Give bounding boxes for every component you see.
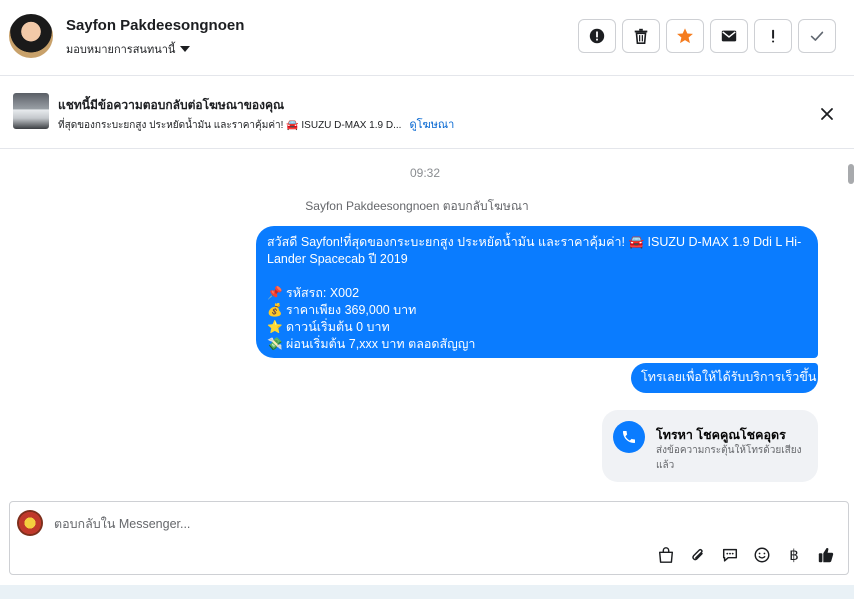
- ad-subtitle-text: ที่สุดของกระบะยกสูง ประหยัดน้ำมัน และราค…: [58, 120, 402, 131]
- report-spam-button[interactable]: [578, 19, 616, 53]
- close-banner-button[interactable]: [817, 104, 837, 124]
- mark-done-button[interactable]: [798, 19, 836, 53]
- like-button[interactable]: [816, 545, 836, 565]
- reply-input[interactable]: [54, 514, 754, 534]
- message-composer: ฿: [9, 501, 849, 575]
- call-card-title: โทรหา โชคคูณโชคอุดร: [656, 428, 786, 442]
- star-icon: [677, 28, 693, 44]
- mark-unread-button[interactable]: [710, 19, 748, 53]
- message-line: ⭐ ดาวน์เริ่มต้น 0 บาท: [267, 320, 390, 334]
- ad-context-title: แชทนี้มีข้อความตอบกลับต่อโฆษณาของคุณ: [58, 98, 285, 112]
- conversation-header: Sayfon Pakdeesongnoen มอบหมายการสนทนานี้: [0, 0, 854, 76]
- contact-name[interactable]: Sayfon Pakdeesongnoen: [66, 17, 244, 34]
- alert-circle-icon: [589, 28, 605, 44]
- quick-reply-bubble[interactable]: โทรเลยเพื่อให้ได้รับบริการเร็วขึ้น: [631, 363, 818, 393]
- message-timestamp: 09:32: [409, 166, 441, 180]
- envelope-icon: [721, 30, 737, 42]
- replied-to-ad-note: Sayfon Pakdeesongnoen ตอบกลับโฆษณา: [305, 199, 529, 213]
- view-ad-link[interactable]: ดูโฆษณา: [409, 119, 454, 131]
- shop-button[interactable]: [656, 545, 676, 565]
- composer-toolbar: ฿: [656, 545, 836, 565]
- ad-context-banner: แชทนี้มีข้อความตอบกลับต่อโฆษณาของคุณ ที่…: [0, 76, 854, 149]
- message-line: 📌 รหัสรถ: X002: [267, 286, 360, 300]
- assign-label: มอบหมายการสนทนานี้: [66, 44, 176, 56]
- call-card-description: ส่งข้อความกระตุ้นให้โทรด้วยเสียงแล้ว: [656, 445, 802, 471]
- call-card[interactable]: โทรหา โชคคูณโชคอุดร ส่งข้อความกระตุ้นให้…: [602, 410, 818, 482]
- star-button[interactable]: [666, 19, 704, 53]
- scrollbar-thumb[interactable]: [848, 164, 854, 184]
- saved-replies-button[interactable]: [720, 545, 740, 565]
- ad-context-subtitle: ที่สุดของกระบะยกสูง ประหยัดน้ำมัน และราค…: [58, 115, 454, 133]
- attach-button[interactable]: [688, 545, 708, 565]
- trash-icon: [634, 28, 648, 45]
- like-icon: [818, 548, 834, 563]
- assign-conversation-dropdown[interactable]: มอบหมายการสนทนานี้: [66, 40, 191, 58]
- delete-button[interactable]: [622, 19, 660, 53]
- emoji-icon: [754, 547, 770, 563]
- footer-strip: [0, 585, 854, 599]
- payment-button[interactable]: ฿: [784, 545, 804, 565]
- avatar[interactable]: [9, 14, 53, 58]
- saved-reply-icon: [722, 548, 738, 562]
- exclamation-icon: [772, 29, 775, 43]
- outgoing-message-bubble[interactable]: สวัสดี Sayfon!ที่สุดของกระบะยกสูง ประหยั…: [256, 226, 818, 358]
- ad-thumbnail[interactable]: [13, 93, 49, 129]
- page-avatar: [17, 510, 43, 536]
- message-line: สวัสดี Sayfon!ที่สุดของกระบะยกสูง ประหยั…: [267, 235, 802, 266]
- thread-scrollbar[interactable]: [846, 150, 854, 490]
- message-line: 💸 ผ่อนเริ่มต้น 7,xxx บาท ตลอดสัญญา: [267, 337, 476, 351]
- check-icon: [810, 31, 824, 41]
- emoji-button[interactable]: [752, 545, 772, 565]
- paperclip-icon: [692, 548, 703, 561]
- shop-bag-icon: [658, 547, 674, 563]
- close-icon: [821, 108, 833, 120]
- phone-icon: [613, 421, 645, 453]
- message-line: 💰 ราคาเพียง 369,000 บาท: [267, 303, 417, 317]
- message-thread[interactable]: 09:32 Sayfon Pakdeesongnoen ตอบกลับโฆษณา…: [0, 150, 854, 490]
- caret-down-icon: [180, 46, 191, 52]
- follow-up-button[interactable]: [754, 19, 792, 53]
- header-actions: [578, 19, 836, 53]
- baht-icon: ฿: [789, 546, 799, 564]
